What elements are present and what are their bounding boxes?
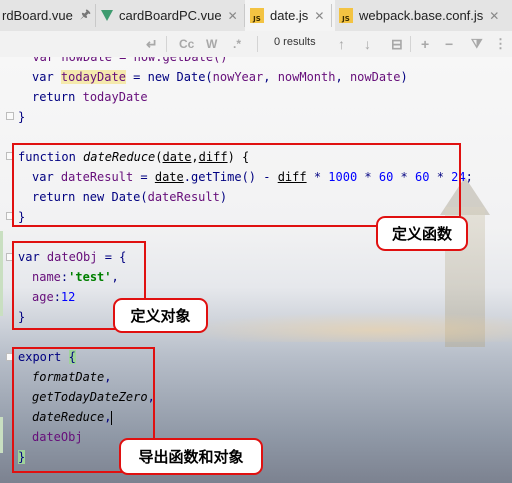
code-line: return todayDate <box>32 87 148 107</box>
fold-marker[interactable] <box>6 112 14 120</box>
close-icon[interactable]: ✕ <box>489 9 499 23</box>
identifier: todayDate <box>82 90 148 104</box>
replace-toggle-icon[interactable]: ↵ <box>146 35 158 53</box>
editor-tab-bar: rdBoard.vue 🖈 cardBoardPC.vue ✕ JS date.… <box>0 0 512 32</box>
gutter-change-marker <box>0 231 3 316</box>
tab-cardboardpc-vue[interactable]: cardBoardPC.vue ✕ <box>97 0 247 31</box>
code-text: , <box>263 70 278 84</box>
tab-rdboard-vue[interactable]: rdBoard.vue 🖈 <box>0 0 97 31</box>
annotation-label-define-function: 定义函数 <box>376 216 468 251</box>
tab-date-js[interactable]: JS date.js ✕ <box>245 0 335 31</box>
settings-icon[interactable]: ⋮ <box>494 35 507 53</box>
tab-label: cardBoardPC.vue <box>119 8 222 23</box>
js-file-icon: JS <box>339 8 353 23</box>
whole-words-button[interactable]: W <box>206 35 217 53</box>
annotation-box-function <box>12 143 461 227</box>
code-text: ; <box>465 170 473 184</box>
code-text: ) <box>400 70 408 84</box>
annotation-label-define-object: 定义对象 <box>113 298 208 333</box>
identifier: nowDate <box>349 70 401 84</box>
identifier: nowYear <box>212 70 264 84</box>
annotation-label-export: 导出函数和对象 <box>119 438 263 475</box>
code-text: = new Date( <box>125 70 213 84</box>
tab-webpack-base-conf-js[interactable]: JS webpack.base.conf.js ✕ <box>332 0 512 31</box>
identifier: todayDate <box>60 70 126 84</box>
code-editor[interactable]: var nowDate = now.getDate() var todayDat… <box>0 57 512 483</box>
tab-label: webpack.base.conf.js <box>359 8 484 23</box>
close-icon[interactable]: ✕ <box>314 9 324 23</box>
identifier: nowMonth <box>277 70 336 84</box>
keyword: return <box>32 90 76 104</box>
background-city-lights <box>175 312 512 342</box>
match-case-button[interactable]: Cc <box>179 35 194 53</box>
tab-separator <box>95 4 96 27</box>
regex-button[interactable]: .* <box>233 35 241 53</box>
keyword: var <box>32 70 54 84</box>
search-results-count: 0 results <box>274 36 316 48</box>
toolbar-separator <box>257 36 258 52</box>
toolbar-separator <box>166 36 167 52</box>
find-toolbar: ↵ Cc W .* 0 results ↑ ↓ ⊟ + − ⧩ ⋮ <box>0 31 512 58</box>
toolbar-separator <box>410 36 411 52</box>
close-icon[interactable]: ✕ <box>228 9 238 23</box>
code-line: } <box>18 110 26 124</box>
code-text: , <box>335 70 350 84</box>
next-occurrence-icon[interactable]: ↓ <box>364 35 371 53</box>
vue-file-icon <box>101 10 113 21</box>
code-line: var nowDate = now.getDate() <box>18 57 228 64</box>
tab-label: date.js <box>270 8 309 23</box>
js-file-icon: JS <box>250 8 264 23</box>
previous-occurrence-icon[interactable]: ↑ <box>338 35 345 53</box>
add-occurrence-icon[interactable]: + <box>421 35 429 53</box>
pin-icon[interactable]: 🖈 <box>80 5 91 26</box>
select-all-occurrences-icon[interactable]: ⊟ <box>391 35 403 53</box>
gutter-change-marker <box>0 417 3 453</box>
remove-occurrence-icon[interactable]: − <box>445 35 453 53</box>
filter-icon[interactable]: ⧩ <box>471 35 483 53</box>
code-line: var todayDate = new Date(nowYear, nowMon… <box>32 67 408 87</box>
tab-label: rdBoard.vue <box>2 8 73 23</box>
